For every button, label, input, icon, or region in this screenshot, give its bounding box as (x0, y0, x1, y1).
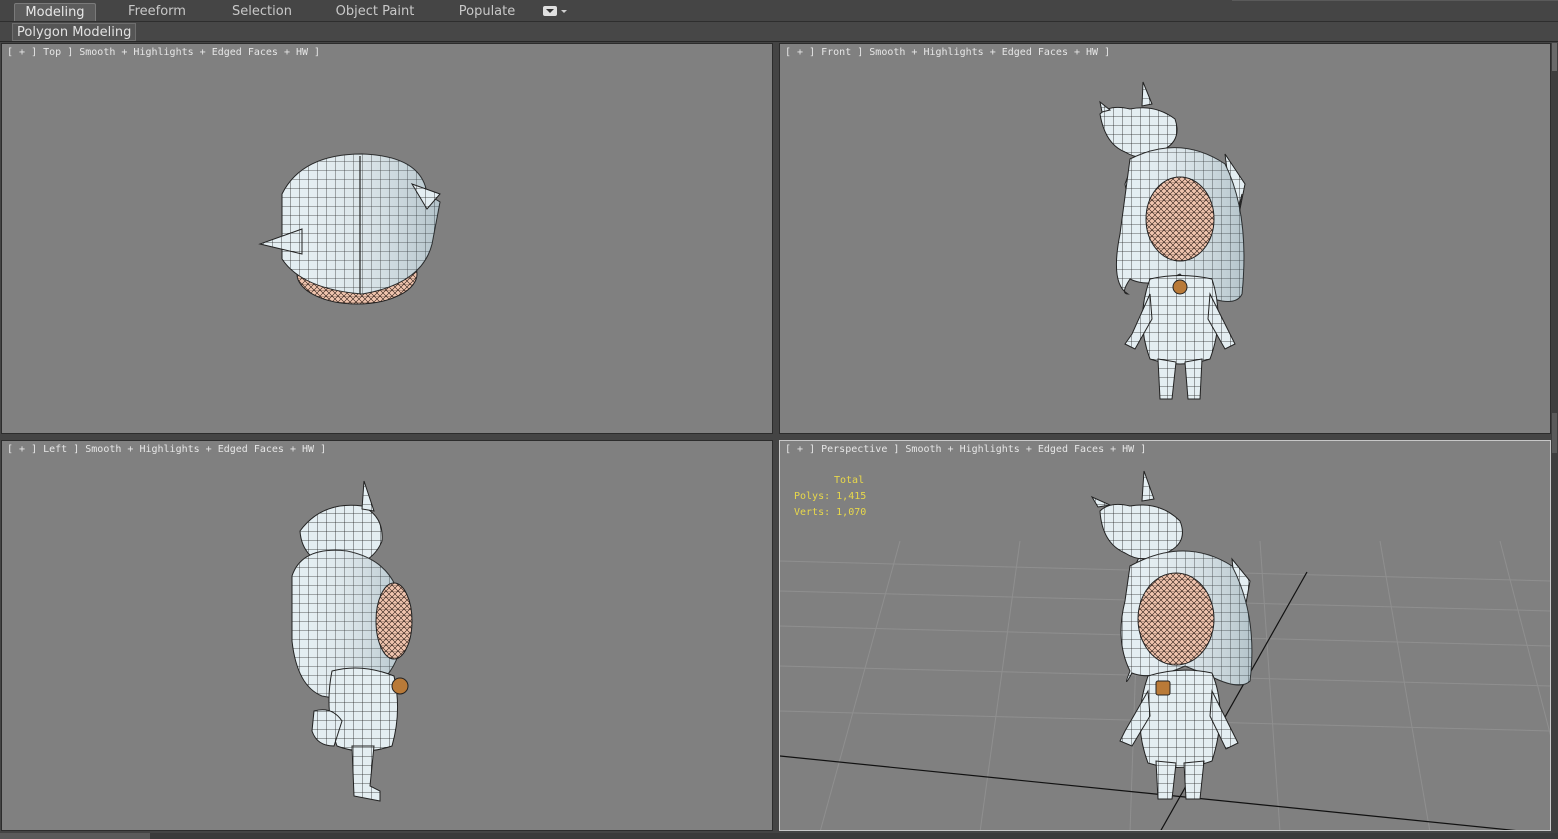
character-mesh-perspective-view[interactable] (780, 441, 1551, 831)
character-mesh-left-view[interactable] (2, 441, 773, 831)
tab-freeform[interactable]: Freeform (120, 3, 194, 21)
ribbon-panel-row: Polygon Modeling (0, 22, 1558, 42)
tab-modeling[interactable]: Modeling (14, 3, 96, 21)
chevron-down-icon (561, 10, 567, 13)
polygon-modeling-panel-button[interactable]: Polygon Modeling (12, 23, 137, 41)
divider (1232, 0, 1558, 1)
viewport-top[interactable]: [ + ] Top ] Smooth + Highlights + Edged … (1, 43, 773, 434)
character-mesh-front-view[interactable] (780, 44, 1551, 434)
scrollbar-thumb[interactable] (1552, 413, 1557, 453)
ribbon-toggle-icon (543, 6, 557, 16)
scrollbar-thumb[interactable] (1552, 43, 1557, 71)
time-slider[interactable] (0, 833, 150, 839)
viewport-front[interactable]: [ + ] Front ] Smooth + Highlights + Edge… (779, 43, 1551, 434)
status-strip (0, 833, 1558, 839)
viewport-left[interactable]: [ + ] Left ] Smooth + Highlights + Edged… (1, 440, 773, 831)
ribbon-options-dropdown[interactable] (543, 4, 569, 18)
tab-object-paint[interactable]: Object Paint (330, 3, 420, 21)
ribbon-tab-bar: Modeling Freeform Selection Object Paint… (0, 0, 1558, 22)
tab-selection[interactable]: Selection (224, 3, 300, 21)
viewport-side-scrollbar[interactable] (1551, 43, 1558, 833)
tab-populate[interactable]: Populate (450, 3, 524, 21)
viewport-perspective[interactable]: [ + ] Perspective ] Smooth + Highlights … (779, 440, 1551, 831)
character-mesh-top-view[interactable] (2, 44, 773, 434)
